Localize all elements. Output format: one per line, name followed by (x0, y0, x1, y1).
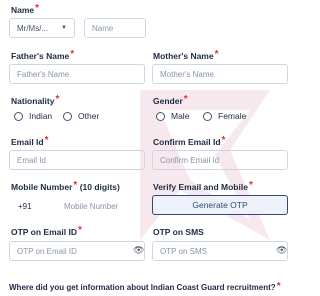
otp-sms-label: OTP on SMS (153, 227, 204, 237)
email-label-text: Email Id (11, 137, 44, 147)
title-select[interactable]: Mr/Ms/... ▼ (9, 18, 75, 38)
otp-email-input[interactable]: OTP on Email ID (9, 241, 145, 261)
otp-sms-placeholder: OTP on SMS (160, 246, 207, 256)
name-label-text: Name (11, 5, 35, 15)
otp-email-placeholder: OTP on Email ID (17, 246, 77, 256)
otp-email-label: OTP on Email ID* (11, 225, 82, 238)
generate-otp-label: Generate OTP (192, 200, 248, 210)
required-marker: * (221, 135, 226, 146)
otp-sms-input[interactable]: OTP on SMS (152, 241, 288, 261)
otp-email-label-text: OTP on Email ID (11, 227, 77, 237)
source-question-label: Where did you get information about Indi… (9, 281, 281, 294)
source-question-text: Where did you get information about Indi… (9, 283, 276, 292)
name-label: Name* (11, 3, 40, 16)
gender-label-text: Gender (153, 96, 183, 106)
radio-circle[interactable] (63, 111, 72, 121)
fathers-name-placeholder: Father's Name (17, 69, 70, 79)
required-marker: * (55, 94, 60, 105)
country-code: +91 (18, 196, 48, 216)
mothers-name-label-text: Mother's Name (153, 51, 214, 61)
nationality-label: Nationality* (11, 94, 60, 107)
required-marker: * (183, 94, 188, 105)
gender-option-label: Female (218, 111, 247, 121)
required-marker: * (248, 180, 253, 191)
mobile-label-text: Mobile Number (11, 182, 73, 192)
required-marker: * (214, 49, 219, 60)
confirm-email-label: Confirm Email Id* (153, 135, 226, 148)
confirm-email-label-text: Confirm Email Id (153, 137, 221, 147)
required-marker: * (35, 3, 40, 14)
title-select-value: Mr/Ms/... (17, 23, 49, 33)
gender-label: Gender* (153, 94, 188, 107)
mobile-placeholder: Mobile Number (64, 201, 119, 211)
email-label: Email Id* (11, 135, 49, 148)
otp-sms-label-text: OTP on SMS (153, 227, 204, 237)
required-marker: * (44, 135, 49, 146)
radio-circle[interactable] (14, 111, 23, 121)
verify-label-text: Verify Email and Mobile (153, 182, 248, 192)
email-placeholder: Email Id (17, 155, 46, 165)
nationality-option-label: Indian (29, 111, 53, 121)
name-input[interactable]: Name (84, 18, 146, 38)
nationality-label-text: Nationality (11, 96, 55, 106)
mobile-input[interactable]: Mobile Number (64, 196, 144, 216)
chevron-down-icon: ▼ (61, 25, 67, 31)
nationality-option-label: Other (78, 111, 100, 121)
eye-icon[interactable]: 👁 (133, 245, 144, 256)
eye-icon[interactable]: 👁 (276, 245, 287, 256)
confirm-email-placeholder: Confirm Email Id (160, 155, 220, 165)
mothers-name-label: Mother's Name* (153, 49, 219, 62)
required-marker: * (276, 281, 281, 292)
mothers-name-input[interactable]: Mother's Name (152, 64, 288, 84)
mobile-label: Mobile Number* (10 digits) (11, 180, 120, 193)
generate-otp-button[interactable]: Generate OTP (152, 195, 288, 215)
nationality-radio-indian[interactable]: Indian (14, 111, 52, 121)
radio-circle[interactable] (203, 111, 212, 121)
fathers-name-label-text: Father's Name (11, 51, 70, 61)
gender-option-label: Male (171, 111, 190, 121)
required-marker: * (70, 49, 75, 60)
required-marker: * (77, 225, 82, 236)
name-placeholder: Name (92, 23, 114, 33)
required-marker: * (73, 180, 78, 191)
mobile-hint: (10 digits) (79, 182, 120, 192)
country-code-value: +91 (18, 201, 32, 211)
gender-radio-female[interactable]: Female (203, 111, 246, 121)
gender-radio-male[interactable]: Male (156, 111, 189, 121)
fathers-name-input[interactable]: Father's Name (9, 64, 145, 84)
radio-circle[interactable] (156, 111, 165, 121)
verify-label: Verify Email and Mobile* (153, 180, 253, 193)
confirm-email-input[interactable]: Confirm Email Id (152, 150, 288, 170)
email-input[interactable]: Email Id (9, 150, 145, 170)
fathers-name-label: Father's Name* (11, 49, 75, 62)
nationality-radio-other[interactable]: Other (63, 111, 99, 121)
mothers-name-placeholder: Mother's Name (160, 69, 214, 79)
